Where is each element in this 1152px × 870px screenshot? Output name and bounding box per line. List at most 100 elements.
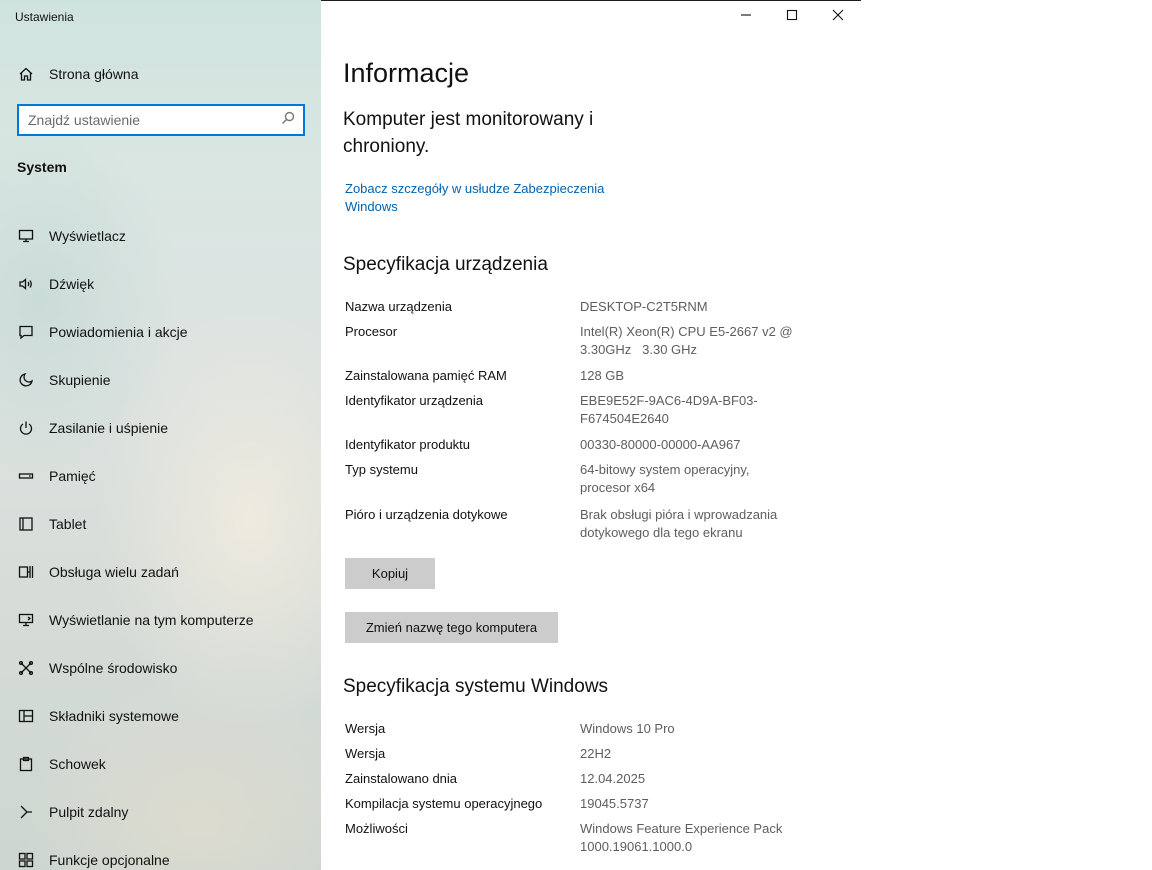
close-icon <box>832 8 844 26</box>
spec-row: Możliwości Windows Feature Experience Pa… <box>345 820 825 864</box>
spec-value: Intel(R) Xeon(R) CPU E5-2667 v2 @ 3.30GH… <box>580 324 797 357</box>
spec-value: 12.04.2025 <box>580 771 646 786</box>
desktop-background <box>861 0 1152 870</box>
spec-value: 22H2 <box>580 746 612 761</box>
sidebar-item-focus[interactable]: Skupienie <box>17 356 307 404</box>
home-nav-item[interactable]: Strona główna <box>17 62 139 86</box>
sidebar-item-label: Pamięć <box>49 468 96 484</box>
spec-key: Zainstalowana pamięć RAM <box>345 368 507 383</box>
spec-value: 128 GB <box>580 368 625 383</box>
spec-row: Kompilacja systemu operacyjnego 19045.57… <box>345 795 825 820</box>
spec-key: Procesor <box>345 324 398 339</box>
spec-row: Identyfikator produktu 00330-80000-00000… <box>345 436 825 461</box>
copy-button[interactable]: Kopiuj <box>345 558 435 589</box>
spec-value: 00330-80000-00000-AA967 <box>580 437 741 452</box>
sidebar-item-label: Pulpit zdalny <box>49 804 129 820</box>
spec-key: Nazwa urządzenia <box>345 299 452 314</box>
sidebar-item-tablet[interactable]: Tablet <box>17 500 307 548</box>
sidebar-item-label: Schowek <box>49 756 106 772</box>
speaker-icon <box>17 275 35 293</box>
optional-features-icon <box>17 851 35 869</box>
sidebar-item-display[interactable]: Wyświetlacz <box>17 212 307 260</box>
spec-key: Wersja <box>345 746 386 761</box>
spec-value: 64-bitowy system operacyjny, procesor x6… <box>580 462 750 495</box>
notification-icon <box>17 323 35 341</box>
sidebar-item-label: Składniki systemowe <box>49 708 179 724</box>
sidebar-item-clipboard[interactable]: Schowek <box>17 740 307 788</box>
sidebar-item-projecting[interactable]: Wyświetlanie na tym komputerze <box>17 596 307 644</box>
sidebar-item-label: Tablet <box>49 516 87 532</box>
windows-specs-table: Wersja Windows 10 Pro Wersja 22H2 Zainst… <box>345 720 825 864</box>
shared-experiences-icon <box>17 659 35 677</box>
spec-key: Typ systemu <box>345 462 418 477</box>
spec-row: Zainstalowana pamięć RAM 128 GB <box>345 367 825 392</box>
system-components-icon <box>17 707 35 725</box>
search-input[interactable] <box>28 112 281 128</box>
sidebar: Ustawienia Strona główna System Wyświetl… <box>0 0 321 870</box>
sidebar-item-system-components[interactable]: Składniki systemowe <box>17 692 307 740</box>
windows-specs-heading: Specyfikacja systemu Windows <box>343 676 609 697</box>
nav-list: Wyświetlacz Dźwięk Powiadomienia i akcje… <box>17 212 307 870</box>
spec-key: Pióro i urządzenia dotykowe <box>345 507 508 522</box>
app-title: Ustawienia <box>15 10 74 24</box>
home-label: Strona główna <box>49 66 139 82</box>
sidebar-item-notifications[interactable]: Powiadomienia i akcje <box>17 308 307 356</box>
search-icon[interactable] <box>281 111 295 130</box>
spec-key: Wersja <box>345 721 386 736</box>
page-title: Informacje <box>343 58 470 88</box>
sidebar-item-label: Zasilanie i uśpienie <box>49 420 169 436</box>
multitasking-icon <box>17 563 35 581</box>
spec-key: Kompilacja systemu operacyjnego <box>345 796 543 811</box>
monitor-icon <box>17 227 35 245</box>
sidebar-item-sound[interactable]: Dźwięk <box>17 260 307 308</box>
section-title: System <box>17 159 67 175</box>
spec-value: Brak obsługi pióra i wprowadzania dotyko… <box>580 507 778 540</box>
remote-desktop-icon <box>17 803 35 821</box>
spec-value: 19045.5737 <box>580 796 649 811</box>
rename-pc-button[interactable]: Zmień nazwę tego komputera <box>345 612 558 643</box>
sidebar-item-multitasking[interactable]: Obsługa wielu zadań <box>17 548 307 596</box>
clipboard-icon <box>17 755 35 773</box>
spec-value: Windows Feature Experience Pack 1000.190… <box>580 821 783 854</box>
sidebar-item-shared-experiences[interactable]: Wspólne środowisko <box>17 644 307 692</box>
maximize-icon <box>786 8 798 26</box>
spec-key: Możliwości <box>345 821 408 836</box>
sidebar-item-remote-desktop[interactable]: Pulpit zdalny <box>17 788 307 836</box>
tablet-icon <box>17 515 35 533</box>
spec-row: Nazwa urządzenia DESKTOP-C2T5RNM <box>345 298 825 323</box>
close-button[interactable] <box>815 1 861 33</box>
spec-row: Zainstalowano dnia 12.04.2025 <box>345 770 825 795</box>
power-icon <box>17 419 35 437</box>
sidebar-item-label: Wyświetlanie na tym komputerze <box>49 612 254 628</box>
home-icon <box>17 65 35 83</box>
storage-icon <box>17 467 35 485</box>
spec-key: Identyfikator urządzenia <box>345 393 484 408</box>
main-content: Informacje Komputer jest monitorowany i … <box>321 0 861 870</box>
sidebar-item-label: Powiadomienia i akcje <box>49 324 188 340</box>
sidebar-item-label: Wspólne środowisko <box>49 660 178 676</box>
title-bar-controls <box>723 1 861 33</box>
sidebar-item-label: Obsługa wielu zadań <box>49 564 179 580</box>
moon-icon <box>17 371 35 389</box>
spec-key: Zainstalowano dnia <box>345 771 458 786</box>
projecting-icon <box>17 611 35 629</box>
minimize-icon <box>740 8 752 26</box>
spec-row: Wersja 22H2 <box>345 745 825 770</box>
device-specs-heading: Specyfikacja urządzenia <box>343 254 548 275</box>
search-box[interactable] <box>17 104 305 136</box>
sidebar-item-power[interactable]: Zasilanie i uśpienie <box>17 404 307 452</box>
security-details-link[interactable]: Zobacz szczegóły w usłudze Zabezpieczeni… <box>345 180 635 216</box>
minimize-button[interactable] <box>723 1 769 33</box>
spec-row: Procesor Intel(R) Xeon(R) CPU E5-2667 v2… <box>345 323 825 367</box>
sidebar-item-label: Skupienie <box>49 372 111 388</box>
maximize-button[interactable] <box>769 1 815 33</box>
spec-value: EBE9E52F-9AC6-4D9A-BF03-F674504E2640 <box>580 393 758 426</box>
spec-key: Identyfikator produktu <box>345 437 471 452</box>
sidebar-item-label: Funkcje opcjonalne <box>49 852 170 868</box>
sidebar-item-optional-features[interactable]: Funkcje opcjonalne <box>17 836 307 870</box>
spec-row: Pióro i urządzenia dotykowe Brak obsługi… <box>345 506 825 550</box>
spec-row: Typ systemu 64-bitowy system operacyjny,… <box>345 461 825 506</box>
sidebar-item-storage[interactable]: Pamięć <box>17 452 307 500</box>
sidebar-item-label: Dźwięk <box>49 276 95 292</box>
protection-status-text: Komputer jest monitorowany i chroniony. <box>343 109 594 157</box>
